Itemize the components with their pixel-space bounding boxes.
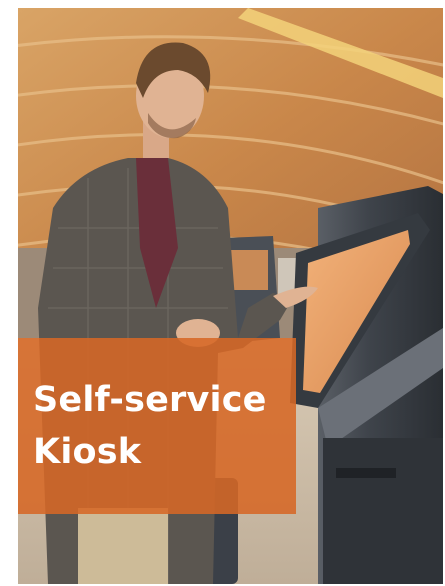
caption-line-2: Kiosk [33,432,142,472]
caption-line-1: Self-service [33,380,267,420]
caption-banner: Self-service Kiosk [18,338,296,514]
